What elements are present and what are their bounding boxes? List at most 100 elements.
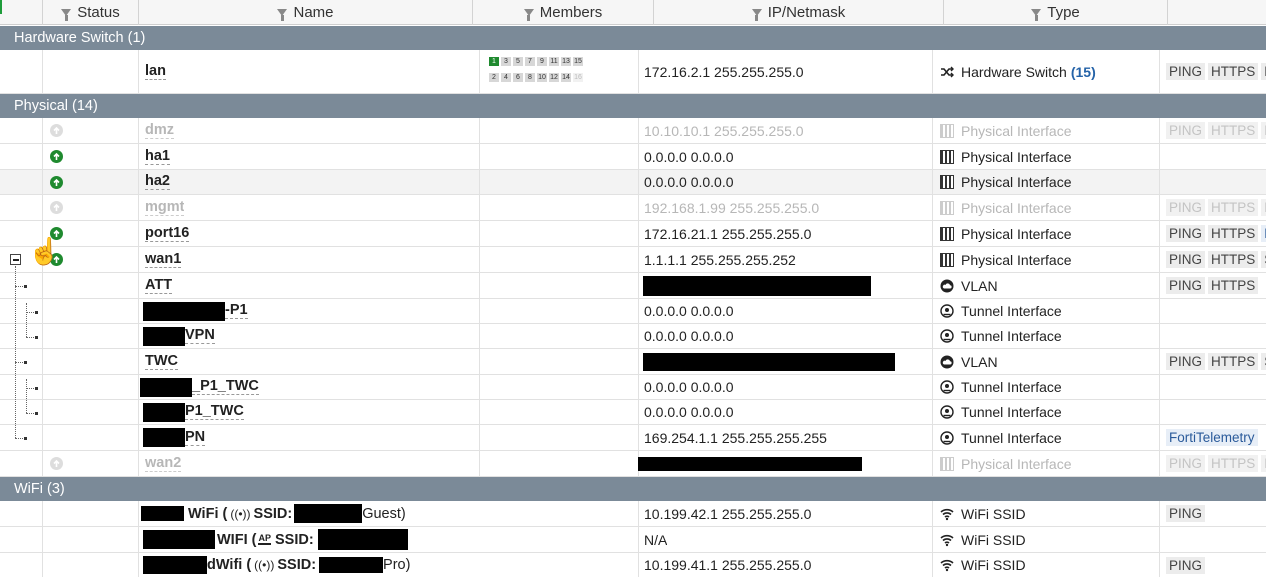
funnel-icon[interactable] (277, 9, 288, 21)
header-checkbox-col (0, 0, 43, 25)
ethernet-port-icon (940, 456, 954, 471)
table-row-wan2[interactable]: wan2 Physical Interface PINGHTTPSF (0, 451, 1266, 477)
tree-node (35, 387, 38, 390)
tree-line (26, 379, 27, 413)
ip-netmask: 0.0.0.0 0.0.0.0 (644, 303, 734, 319)
interface-name[interactable]: lan (145, 63, 166, 80)
tunnel-icon (940, 405, 954, 419)
funnel-icon[interactable] (523, 9, 534, 21)
interface-name[interactable]: PN (185, 429, 206, 446)
ip-netmask: 0.0.0.0 0.0.0.0 (644, 174, 734, 190)
table-row-tunnel-pn[interactable]: PN 169.254.1.1 255.255.255.255 Tunnel In… (0, 425, 1266, 451)
interface-name[interactable]: wan2 (145, 455, 182, 472)
member-count[interactable]: (15) (1071, 64, 1096, 80)
redacted-name (141, 506, 184, 521)
interface-name[interactable]: TWC (145, 353, 179, 370)
access-tag: PING (1166, 556, 1206, 574)
table-row-ha1[interactable]: ha1 0.0.0.0 0.0.0.0 Physical Interface (0, 144, 1266, 170)
cloud-icon (940, 355, 954, 369)
table-row-tunnel-p1-twc[interactable]: _P1_TWC 0.0.0.0 0.0.0.0 Tunnel Interface (0, 375, 1266, 400)
port: 9 (537, 57, 547, 66)
port: 14 (561, 73, 571, 82)
ip-netmask: 169.254.1.1 255.255.255.255 (644, 429, 827, 446)
ssid-label: SSID: (274, 531, 314, 548)
interface-name[interactable]: -P1 (225, 303, 248, 319)
table-row-port16[interactable]: port16 172.16.21.1 255.255.255.0 Physica… (0, 221, 1266, 247)
interface-name[interactable]: port16 (145, 225, 190, 242)
redacted-ip (638, 456, 862, 471)
interface-name[interactable]: WIFI ( (217, 532, 256, 548)
port: 5 (513, 57, 523, 66)
table-row-tunnel-vpn[interactable]: VPN 0.0.0.0 0.0.0.0 Tunnel Interface (0, 324, 1266, 349)
access-tag: PING (1166, 505, 1206, 522)
status-down-icon (50, 201, 63, 214)
table-row-wifi-pro[interactable]: dWifi (((•)) SSID: Pro) 10.199.41.1 255.25… (0, 553, 1266, 577)
ssid-suffix: Pro) (383, 557, 411, 573)
table-row-mgmt[interactable]: mgmt 192.168.1.99 255.255.255.0 Physical… (0, 195, 1266, 221)
ethernet-port-icon (940, 123, 954, 138)
table-row-twc[interactable]: TWC VLAN PINGHTTPSS (0, 349, 1266, 375)
interface-name[interactable]: wan1 (145, 251, 182, 268)
redacted-name (143, 428, 185, 447)
tunnel-icon (940, 430, 954, 445)
header-ip-netmask[interactable]: IP/Netmask (654, 0, 944, 25)
cloud-icon (940, 279, 954, 293)
interface-type: Physical Interface (961, 225, 1072, 242)
ip-netmask: 1.1.1.1 255.255.255.252 (644, 251, 796, 268)
funnel-icon[interactable] (1031, 9, 1042, 21)
port: 8 (525, 73, 535, 82)
wifi-icon (940, 507, 954, 521)
table-row-wan1[interactable]: wan1 1.1.1.1 255.255.255.252 Physical In… (0, 247, 1266, 273)
collapse-toggle-icon[interactable] (10, 254, 21, 265)
interface-name[interactable]: VPN (185, 328, 215, 344)
ip-netmask: 0.0.0.0 0.0.0.0 (644, 404, 734, 420)
redacted-ip (643, 275, 871, 296)
interface-name[interactable]: ha2 (145, 174, 170, 190)
redacted-name (140, 377, 192, 397)
interface-name[interactable]: mgmt (145, 199, 185, 216)
ip-netmask: 0.0.0.0 0.0.0.0 (644, 328, 734, 344)
table-row-tunnel-p1-twc-2[interactable]: P1_TWC 0.0.0.0 0.0.0.0 Tunnel Interface (0, 400, 1266, 425)
ethernet-port-icon (940, 175, 954, 189)
ethernet-port-icon (940, 149, 954, 164)
ip-netmask: 0.0.0.0 0.0.0.0 (644, 379, 734, 395)
interface-name[interactable]: ha1 (145, 148, 170, 165)
header-members[interactable]: Members (473, 0, 654, 25)
group-wifi[interactable]: WiFi (3) (0, 477, 1266, 501)
tunnel-icon (940, 380, 954, 394)
access-tag: PING (1166, 63, 1206, 80)
ssid-label: SSID: (253, 505, 293, 522)
funnel-icon[interactable] (751, 9, 762, 21)
table-row-att[interactable]: ATT VLAN PING HTTPS (0, 273, 1266, 299)
header-type[interactable]: Type (944, 0, 1168, 25)
table-row-dmz[interactable]: dmz 10.10.10.1 255.255.255.0 Physical In… (0, 118, 1266, 144)
interface-name[interactable]: _P1_TWC (192, 379, 259, 395)
table-row-lan[interactable]: lan 1 3 5 7 9 11 13 15 2 4 6 8 10 12 14 16 172.16.2.1 … (0, 50, 1266, 94)
interface-name[interactable]: ATT (145, 277, 173, 294)
access-tag: PING (1166, 353, 1206, 370)
access-tag: PING (1166, 277, 1206, 294)
ethernet-port-icon (940, 252, 954, 267)
interface-name[interactable]: P1_TWC (185, 404, 244, 420)
ip-netmask: 10.10.10.1 255.255.255.0 (644, 122, 804, 139)
access-tag: H (1261, 199, 1266, 216)
table-row-wifi-ap[interactable]: WIFI (AP SSID: N/A WiFi SSID (0, 527, 1266, 553)
redacted-name (143, 530, 215, 549)
port: 6 (513, 73, 523, 82)
interface-name[interactable]: dmz (145, 122, 174, 139)
table-row-tunnel-p1[interactable]: -P1 0.0.0.0 0.0.0.0 Tunnel Interface (0, 299, 1266, 324)
interface-type: Physical Interface (961, 148, 1072, 165)
tree-node (24, 361, 27, 364)
group-hardware-switch[interactable]: Hardware Switch (1) (0, 26, 1266, 50)
access-tag: HTTPS (1208, 63, 1259, 80)
funnel-icon[interactable] (61, 9, 72, 21)
status-up-icon (50, 175, 63, 189)
interface-type: Physical Interface (961, 251, 1072, 268)
table-row-ha2[interactable]: ha2 0.0.0.0 0.0.0.0 Physical Interface (0, 170, 1266, 195)
interface-name[interactable]: WiFi ( (188, 506, 227, 522)
header-status[interactable]: Status (43, 0, 139, 25)
interface-name[interactable]: dWifi ( (207, 557, 251, 573)
group-physical[interactable]: Physical (14) (0, 94, 1266, 118)
header-name[interactable]: Name (139, 0, 473, 25)
table-row-wifi-guest[interactable]: WiFi (((•)) SSID: Guest) 10.199.42.1 255.2… (0, 501, 1266, 527)
